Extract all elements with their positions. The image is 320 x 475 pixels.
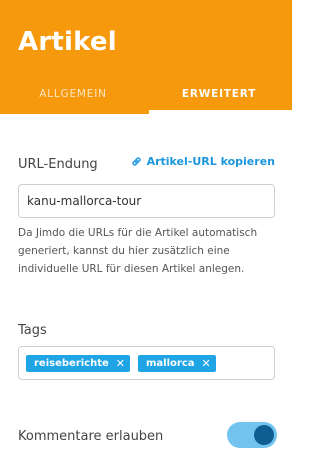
copy-article-url-link[interactable]: Artikel-URL kopieren bbox=[131, 155, 275, 168]
tag-label: mallorca bbox=[146, 357, 195, 369]
allow-comments-toggle[interactable] bbox=[227, 422, 277, 448]
remove-tag-icon[interactable]: ✕ bbox=[116, 357, 125, 370]
copy-link-label: Artikel-URL kopieren bbox=[146, 155, 275, 168]
tags-label: Tags bbox=[18, 323, 47, 338]
tag-label: reiseberichte bbox=[34, 357, 109, 369]
tag-chip: reiseberichte ✕ bbox=[26, 354, 131, 372]
tags-input[interactable]: reiseberichte ✕ mallorca ✕ bbox=[18, 346, 275, 380]
page-title: Artikel bbox=[18, 27, 117, 57]
link-icon bbox=[131, 157, 141, 166]
header-bar: Artikel ALLGEMEIN ERWEITERT bbox=[0, 0, 292, 114]
url-help-text: Da Jimdo die URLs für die Artikel automa… bbox=[18, 227, 258, 275]
tag-chip: mallorca ✕ bbox=[138, 354, 216, 372]
active-tab-indicator bbox=[149, 110, 292, 114]
remove-tag-icon[interactable]: ✕ bbox=[202, 357, 211, 370]
url-ending-input[interactable] bbox=[18, 184, 275, 218]
tab-advanced[interactable]: ERWEITERT bbox=[146, 88, 292, 100]
url-ending-label: URL-Endung bbox=[18, 157, 98, 172]
toggle-knob bbox=[254, 425, 274, 445]
tab-general[interactable]: ALLGEMEIN bbox=[0, 88, 146, 100]
allow-comments-label: Kommentare erlauben bbox=[18, 429, 164, 444]
